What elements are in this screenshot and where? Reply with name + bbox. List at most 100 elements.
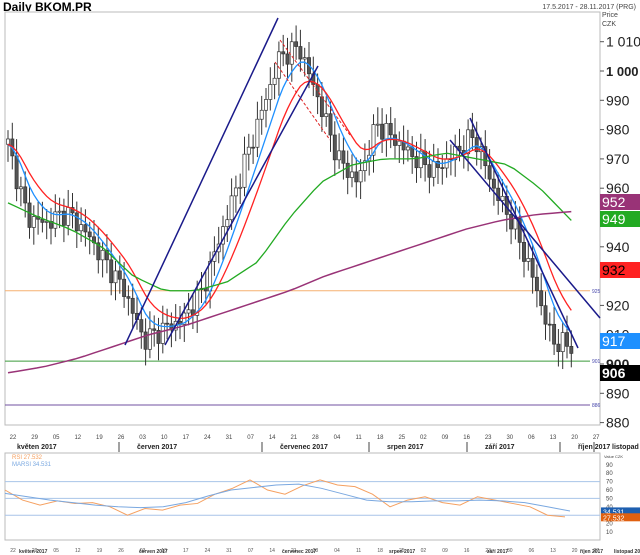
candle-body: [246, 146, 251, 155]
price-chart[interactable]: 1 0101 000990980970960940920910900890880…: [0, 0, 640, 555]
candle-body: [130, 297, 135, 314]
candle-body: [281, 51, 286, 55]
x-tick-label: 13: [550, 548, 556, 554]
candle-body: [18, 186, 23, 190]
rsi-y-label: 50: [606, 496, 613, 502]
x-tick-label: 28: [312, 435, 319, 441]
candle-body: [268, 84, 273, 100]
candle-body: [332, 134, 337, 161]
x-tick-label: 17: [182, 435, 189, 441]
y-tick-label: 920: [606, 297, 630, 313]
candle-body: [431, 161, 436, 178]
candle-body: [522, 242, 526, 262]
x-tick-label: 27: [593, 435, 600, 441]
month-label: listopad 2017: [614, 549, 640, 555]
x-tick-label: 31: [226, 435, 233, 441]
candle-body: [186, 309, 191, 314]
x-tick-label: 11: [355, 435, 362, 441]
candle-body: [44, 221, 49, 223]
candle-body: [543, 305, 548, 325]
candle-body: [440, 167, 445, 169]
x-tick-label: 24: [205, 548, 211, 554]
month-label: červen 2017: [139, 549, 168, 555]
y-tick-label: 880: [606, 415, 630, 431]
candle-body: [526, 258, 531, 262]
candle-body: [315, 84, 320, 98]
candle-body: [556, 343, 561, 352]
x-tick-label: 16: [463, 435, 470, 441]
candle-body: [319, 96, 324, 117]
candle-body: [358, 170, 363, 183]
month-label: srpen 2017: [389, 549, 415, 555]
candle-body: [276, 51, 281, 79]
candle-body: [83, 224, 88, 233]
x-tick-label: 19: [97, 548, 103, 554]
rsi-axis-label: Value CZK: [604, 454, 623, 459]
x-tick-label: 20: [572, 548, 578, 554]
last-value-badge: 917: [600, 333, 640, 349]
x-tick-label: 04: [334, 548, 340, 554]
candle-body: [380, 123, 385, 140]
candle-body: [289, 41, 294, 65]
candle-body: [569, 345, 574, 354]
month-label: září 2017: [487, 549, 508, 555]
last-value-badge: 952: [600, 194, 640, 210]
candle-body: [229, 195, 234, 221]
candle-body: [79, 224, 84, 232]
candle-body: [341, 150, 346, 164]
candle-body: [565, 332, 569, 347]
month-label: červenec 2017: [280, 444, 328, 451]
candle-body: [470, 129, 475, 138]
candle-body: [66, 207, 71, 226]
x-tick-label: 06: [528, 435, 535, 441]
candle-body: [122, 278, 127, 297]
candle-body: [337, 150, 342, 161]
candle-body: [509, 214, 514, 230]
level-label: 925: [592, 289, 601, 295]
candle-body: [259, 109, 264, 120]
x-tick-label: 24: [204, 435, 211, 441]
candle-body: [57, 210, 62, 213]
candle-body: [547, 323, 552, 326]
x-tick-label: 14: [269, 435, 276, 441]
month-label: květen 2017: [17, 444, 57, 451]
candle-body: [298, 46, 303, 60]
rsi-legend: RSI 27.532: [12, 455, 43, 461]
x-tick-label: 04: [334, 435, 341, 441]
x-tick-label: 09: [442, 548, 448, 554]
candle-body: [354, 171, 359, 183]
x-tick-label: 16: [464, 548, 470, 554]
last-value-badge: 906: [600, 365, 640, 381]
candle-body: [285, 53, 290, 65]
y-tick-label: 940: [606, 239, 630, 255]
candle-body: [375, 123, 380, 126]
x-tick-label: 25: [398, 435, 405, 441]
candle-body: [23, 186, 28, 204]
y-tick-label: 1 000: [606, 64, 639, 79]
candle-body: [530, 258, 535, 278]
x-tick-label: 23: [485, 435, 492, 441]
month-label: říjen 2017: [580, 549, 603, 555]
candle-body: [14, 155, 19, 190]
rsi-y-label: 10: [606, 530, 613, 536]
x-tick-label: 12: [75, 548, 81, 554]
x-tick-label: 07: [247, 435, 254, 441]
candle-body: [388, 123, 393, 136]
candle-body: [117, 270, 122, 280]
candle-body: [397, 140, 402, 146]
y-tick-label: 970: [606, 151, 630, 167]
last-value-badge: 932: [600, 262, 640, 278]
candle-body: [233, 187, 238, 197]
candle-body: [6, 138, 10, 145]
candle-body: [294, 41, 299, 47]
month-label: červen 2017: [137, 444, 177, 451]
x-tick-label: 26: [118, 435, 125, 441]
y-tick-label: 980: [606, 122, 630, 138]
candle-body: [427, 164, 432, 178]
x-tick-label: 14: [269, 548, 275, 554]
candle-body: [345, 162, 350, 178]
marsi-legend: MARSI 34.531: [12, 462, 52, 468]
x-tick-label: 18: [377, 435, 384, 441]
month-label: květen 2017: [19, 549, 48, 555]
candle-body: [139, 319, 144, 333]
